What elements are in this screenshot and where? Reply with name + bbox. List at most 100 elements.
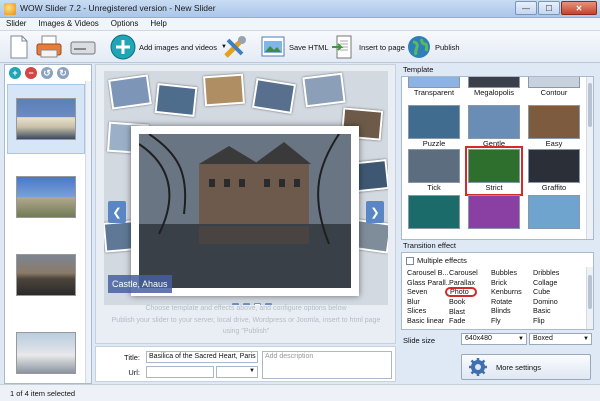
effect-item[interactable]: Rotate	[491, 297, 533, 307]
thumbnail-image	[16, 332, 76, 374]
template-thumbnail	[528, 105, 580, 139]
url-input[interactable]	[146, 366, 214, 378]
effect-item[interactable]: Bubbles	[491, 268, 533, 278]
thumbnail-scrollbar[interactable]	[85, 81, 91, 383]
template-scrollbar[interactable]	[586, 77, 593, 239]
effect-item[interactable]: Blinds	[491, 306, 533, 316]
template-gallery: Transparent Megalopolis Contour Puzzle G…	[401, 76, 594, 240]
menu-options[interactable]: Options	[105, 18, 145, 30]
transition-effects: Multiple effects Carousel B... Glass Par…	[401, 252, 594, 330]
rotate-right-icon[interactable]: ↻	[57, 67, 69, 79]
effect-item[interactable]: Slices	[407, 306, 449, 316]
effect-item[interactable]: Carousel B...	[407, 268, 449, 278]
thumbnail-item[interactable]	[7, 162, 85, 232]
maximize-button[interactable]: ☐	[538, 1, 560, 15]
effect-item[interactable]: Book	[449, 297, 491, 307]
slide-image	[139, 134, 351, 288]
template-graffito[interactable]: Graffito	[528, 149, 580, 193]
insert-to-page-label: Insert to page	[359, 42, 405, 52]
thumbnail-item[interactable]	[7, 318, 85, 388]
template-thumbnail	[528, 149, 580, 183]
slide-caption: Castle, Ahaus	[108, 275, 172, 293]
chevron-right-icon: ❯	[370, 206, 380, 219]
description-input[interactable]: Add description	[262, 351, 392, 379]
html-page-icon	[260, 34, 286, 60]
effect-item[interactable]: Fade	[449, 316, 491, 326]
effect-item[interactable]: Domino	[533, 297, 575, 307]
template-thumbnail	[408, 195, 460, 229]
effect-item[interactable]: Fly	[491, 316, 533, 326]
template-strict[interactable]: Strict	[465, 146, 523, 196]
multiple-effects-label: Multiple effects	[417, 256, 467, 265]
template-contour[interactable]: Contour	[528, 77, 580, 98]
template-item[interactable]	[468, 195, 520, 229]
more-settings-button[interactable]: More settings	[461, 354, 591, 380]
printer-icon	[36, 34, 62, 60]
effect-item[interactable]: Basic	[533, 306, 575, 316]
template-item[interactable]	[528, 195, 580, 229]
window-title: WOW Slider 7.2 - Unregistered version - …	[20, 3, 216, 13]
effect-item[interactable]: Basic linear	[407, 316, 449, 326]
template-item[interactable]	[408, 195, 460, 229]
effect-item[interactable]: Cube	[533, 287, 575, 297]
effect-item-photo[interactable]: Photo	[445, 287, 477, 298]
remove-image-icon[interactable]: −	[25, 67, 37, 79]
effect-item[interactable]: Flip	[533, 316, 575, 326]
add-images-label: Add images and videos	[139, 42, 217, 52]
add-circle-icon	[110, 34, 136, 60]
template-megalopolis[interactable]: Megalopolis	[468, 77, 520, 98]
effect-item[interactable]: Parallax	[449, 278, 491, 288]
add-images-button[interactable]: Add images and videos ▼	[110, 33, 227, 61]
menu-slider[interactable]: Slider	[0, 18, 32, 30]
url-target-select[interactable]: ▼	[216, 366, 258, 378]
template-easy[interactable]: Easy	[528, 105, 580, 149]
effect-item[interactable]: Collage	[533, 278, 575, 288]
template-name: Megalopolis	[473, 88, 515, 97]
publish-button[interactable]: Publish	[406, 33, 460, 61]
publish-label: Publish	[435, 42, 460, 52]
effect-item[interactable]: Blast	[449, 307, 491, 317]
slide-mode-select[interactable]: Boxed ▼	[529, 333, 592, 345]
save-html-button[interactable]: Save HTML	[260, 33, 329, 61]
effect-item[interactable]: Brick	[491, 278, 533, 288]
template-thumbnail	[408, 77, 460, 88]
gear-icon	[469, 358, 487, 376]
close-button[interactable]: ✕	[561, 1, 597, 15]
effect-column: Carousel Parallax Photo Book Blast Fade	[445, 268, 491, 326]
settings-tools-button[interactable]	[222, 33, 248, 61]
insert-to-page-button[interactable]: Insert to page	[330, 33, 405, 61]
effect-item[interactable]: Dribbles	[533, 268, 575, 278]
template-puzzle[interactable]: Puzzle	[408, 105, 460, 149]
slider-preview: Castle, Ahaus ❮ ❯ Choose template and ef…	[95, 64, 396, 344]
template-thumbnail	[468, 195, 520, 229]
open-button[interactable]	[36, 33, 62, 61]
effect-item[interactable]: Kenburns	[491, 287, 533, 297]
prev-slide-button[interactable]: ❮	[108, 201, 126, 223]
menu-help[interactable]: Help	[144, 18, 172, 30]
effect-item[interactable]: Seven	[407, 287, 449, 297]
multiple-effects-checkbox[interactable]	[406, 257, 414, 265]
slide-size-select[interactable]: 640x480 ▼	[461, 333, 527, 345]
hint-line-2: Publish your slider to your server, loca…	[111, 317, 381, 324]
effects-scrollbar[interactable]	[586, 267, 593, 329]
thumbnail-item[interactable]	[7, 84, 85, 154]
slide-frame	[131, 126, 359, 296]
title-input[interactable]: Basilica of the Sacred Heart, Paris	[146, 351, 258, 363]
next-slide-button[interactable]: ❯	[366, 201, 384, 223]
effect-item[interactable]: Carousel	[449, 268, 491, 278]
template-name: Transparent	[413, 88, 455, 97]
effect-item[interactable]: Glass Parall...	[407, 278, 449, 288]
minimize-button[interactable]: —	[515, 1, 537, 15]
new-button[interactable]	[6, 33, 32, 61]
slide-properties: Title: Basilica of the Sacred Heart, Par…	[95, 346, 396, 382]
add-image-icon[interactable]: +	[9, 67, 21, 79]
menu-bar: Slider Images & Videos Options Help	[0, 18, 600, 31]
rotate-left-icon[interactable]: ↺	[41, 67, 53, 79]
save-button[interactable]	[70, 33, 96, 61]
thumbnail-item[interactable]	[7, 240, 85, 310]
template-gentle[interactable]: Gentle	[468, 105, 520, 149]
template-transparent[interactable]: Transparent	[408, 77, 460, 98]
menu-images-videos[interactable]: Images & Videos	[32, 18, 104, 30]
template-tick[interactable]: Tick	[408, 149, 460, 193]
effect-item[interactable]: Blur	[407, 297, 449, 307]
